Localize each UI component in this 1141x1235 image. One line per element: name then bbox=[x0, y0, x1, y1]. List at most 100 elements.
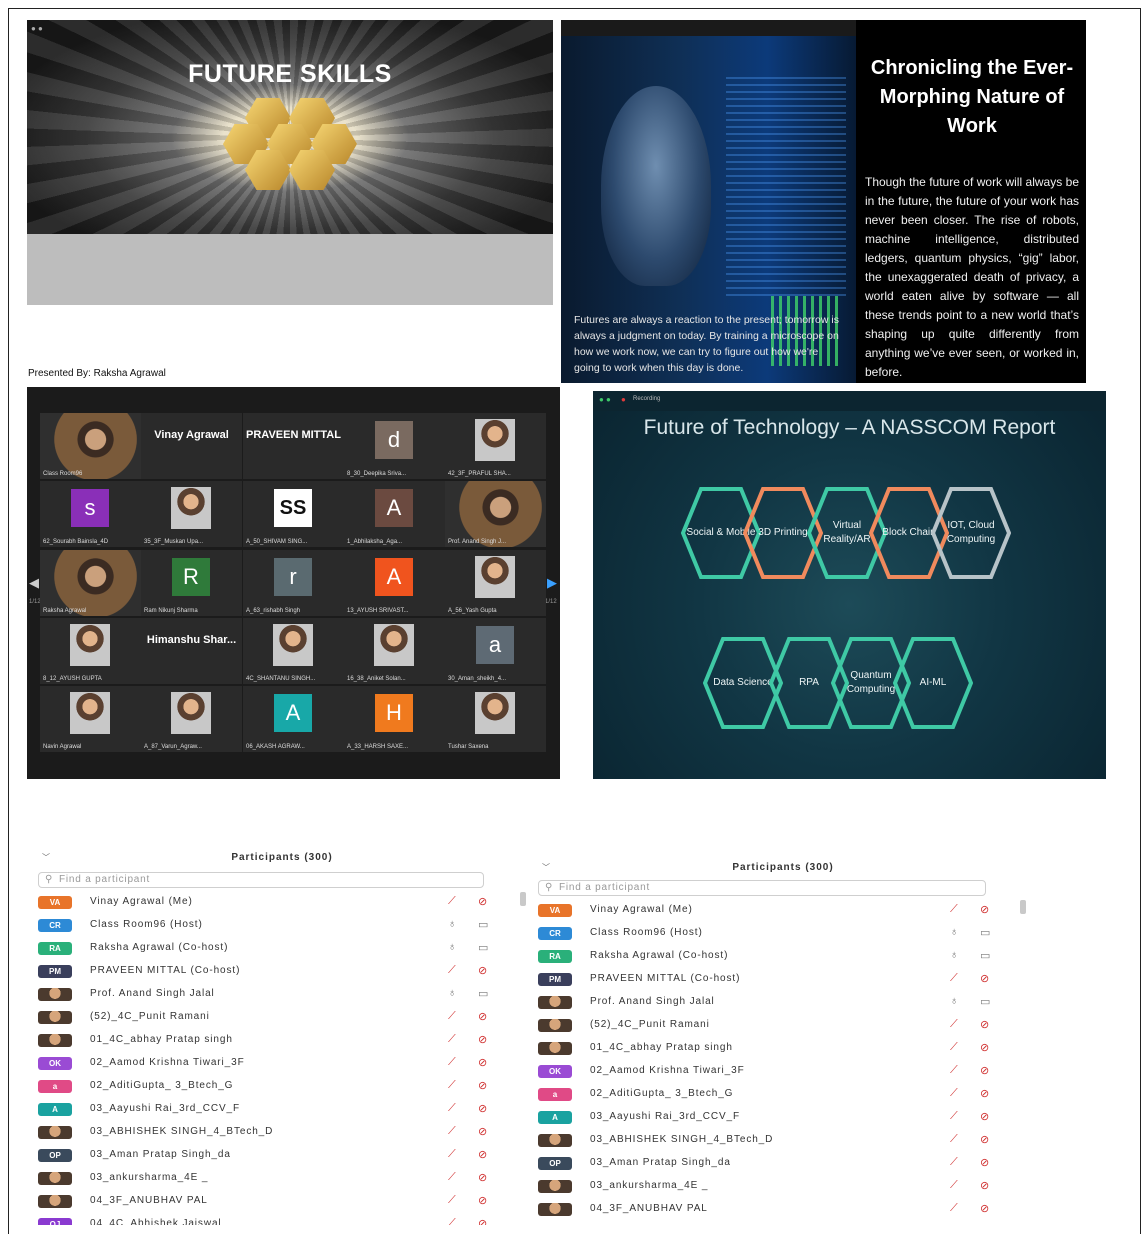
microphone-icon[interactable]: ♁ bbox=[448, 918, 456, 930]
participant-row[interactable]: 03_ankursharma_4E _ ⟋ ⊘ bbox=[538, 1176, 1028, 1198]
microphone-muted-icon[interactable]: ⟋ bbox=[448, 1079, 456, 1092]
participant-row[interactable]: VA Vinay Agrawal (Me) ⟋ ⊘ bbox=[38, 892, 526, 914]
microphone-muted-icon[interactable]: ⟋ bbox=[448, 1125, 456, 1138]
video-camera-off-icon[interactable]: ⊘ bbox=[980, 1133, 989, 1146]
participant-row[interactable]: 03_ankursharma_4E _ ⟋ ⊘ bbox=[38, 1168, 526, 1190]
video-camera-icon[interactable]: ▭ bbox=[478, 918, 488, 931]
participant-row[interactable]: VA Vinay Agrawal (Me) ⟋ ⊘ bbox=[538, 900, 1028, 922]
microphone-muted-icon[interactable]: ⟋ bbox=[448, 1148, 456, 1161]
participant-row[interactable]: 03_ABHISHEK SINGH_4_BTech_D ⟋ ⊘ bbox=[38, 1122, 526, 1144]
video-camera-off-icon[interactable]: ⊘ bbox=[478, 1171, 487, 1184]
participant-row[interactable]: RA Raksha Agrawal (Co-host) ♁ ▭ bbox=[538, 946, 1028, 968]
video-tile[interactable]: SS A_50_SHIVAM SING... bbox=[243, 481, 344, 547]
video-tile[interactable]: Prof. Anand Singh J... bbox=[445, 481, 546, 547]
find-participant-input[interactable]: ⚲ Find a participant bbox=[538, 880, 986, 896]
microphone-muted-icon[interactable]: ⟋ bbox=[950, 972, 958, 985]
participant-row[interactable]: CR Class Room96 (Host) ♁ ▭ bbox=[538, 923, 1028, 945]
microphone-muted-icon[interactable]: ⟋ bbox=[448, 1056, 456, 1069]
video-camera-icon[interactable]: ▭ bbox=[478, 987, 488, 1000]
video-tile[interactable]: Vinay Agrawal bbox=[141, 413, 242, 479]
participant-row[interactable]: RA Raksha Agrawal (Co-host) ♁ ▭ bbox=[38, 938, 526, 960]
participant-row[interactable]: OK 02_Aamod Krishna Tiwari_3F ⟋ ⊘ bbox=[38, 1053, 526, 1075]
video-tile[interactable]: A_87_Varun_Agraw... bbox=[141, 686, 242, 752]
video-camera-icon[interactable]: ▭ bbox=[478, 941, 488, 954]
video-tile[interactable]: 42_3F_PRAFUL SHA... bbox=[445, 413, 546, 479]
video-camera-off-icon[interactable]: ⊘ bbox=[980, 972, 989, 985]
video-camera-off-icon[interactable]: ⊘ bbox=[980, 1156, 989, 1169]
participant-row[interactable]: CR Class Room96 (Host) ♁ ▭ bbox=[38, 915, 526, 937]
participant-row[interactable]: (52)_4C_Punit Ramani ⟋ ⊘ bbox=[38, 1007, 526, 1029]
microphone-muted-icon[interactable]: ⟋ bbox=[448, 1102, 456, 1115]
video-tile[interactable]: Navin Agrawal bbox=[40, 686, 141, 752]
participant-row[interactable]: A 03_Aayushi Rai_3rd_CCV_F ⟋ ⊘ bbox=[538, 1107, 1028, 1129]
video-tile[interactable]: 16_38_Aniket Solan... bbox=[344, 618, 445, 684]
video-camera-icon[interactable]: ▭ bbox=[980, 926, 990, 939]
participant-row[interactable]: 03_ABHISHEK SINGH_4_BTech_D ⟋ ⊘ bbox=[538, 1130, 1028, 1152]
video-camera-off-icon[interactable]: ⊘ bbox=[478, 1033, 487, 1046]
microphone-icon[interactable]: ♁ bbox=[950, 995, 958, 1007]
microphone-muted-icon[interactable]: ⟋ bbox=[950, 1179, 958, 1192]
video-camera-off-icon[interactable]: ⊘ bbox=[478, 1079, 487, 1092]
video-tile[interactable]: 8_12_AYUSH GUPTA bbox=[40, 618, 141, 684]
video-tile[interactable]: 35_3F_Muskan Upa... bbox=[141, 481, 242, 547]
participant-row[interactable]: Prof. Anand Singh Jalal ♁ ▭ bbox=[538, 992, 1028, 1014]
next-page-icon[interactable]: ▶ bbox=[547, 575, 557, 591]
video-camera-off-icon[interactable]: ⊘ bbox=[980, 1087, 989, 1100]
video-tile[interactable]: 4C_SHANTANU SINGH... bbox=[243, 618, 344, 684]
participant-row[interactable]: (52)_4C_Punit Ramani ⟋ ⊘ bbox=[538, 1015, 1028, 1037]
microphone-muted-icon[interactable]: ⟋ bbox=[448, 895, 456, 908]
video-camera-off-icon[interactable]: ⊘ bbox=[980, 903, 989, 916]
video-camera-off-icon[interactable]: ⊘ bbox=[980, 1018, 989, 1031]
participant-row[interactable]: PM PRAVEEN MITTAL (Co-host) ⟋ ⊘ bbox=[38, 961, 526, 983]
video-tile[interactable]: Class Room96 bbox=[40, 413, 141, 479]
video-tile[interactable]: H A_33_HARSH SAXE... bbox=[344, 686, 445, 752]
microphone-muted-icon[interactable]: ⟋ bbox=[950, 1064, 958, 1077]
video-camera-off-icon[interactable]: ⊘ bbox=[478, 895, 487, 908]
video-camera-off-icon[interactable]: ⊘ bbox=[980, 1041, 989, 1054]
video-camera-off-icon[interactable]: ⊘ bbox=[478, 1102, 487, 1115]
video-camera-off-icon[interactable]: ⊘ bbox=[980, 1202, 989, 1215]
video-tile[interactable]: s 62_Sourabh Bainsla_4D bbox=[40, 481, 141, 547]
microphone-muted-icon[interactable]: ⟋ bbox=[448, 1194, 456, 1207]
prev-page-icon[interactable]: ◀ bbox=[29, 575, 39, 591]
microphone-icon[interactable]: ♁ bbox=[448, 941, 456, 953]
participant-row[interactable]: OP 03_Aman Pratap Singh_da ⟋ ⊘ bbox=[538, 1153, 1028, 1175]
video-camera-off-icon[interactable]: ⊘ bbox=[478, 1010, 487, 1023]
participant-row[interactable]: a 02_AditiGupta_ 3_Btech_G ⟋ ⊘ bbox=[38, 1076, 526, 1098]
participant-row[interactable]: OK 02_Aamod Krishna Tiwari_3F ⟋ ⊘ bbox=[538, 1061, 1028, 1083]
microphone-muted-icon[interactable]: ⟋ bbox=[950, 1156, 958, 1169]
video-tile[interactable]: Raksha Agrawal bbox=[40, 550, 141, 616]
microphone-icon[interactable]: ♁ bbox=[950, 926, 958, 938]
video-tile[interactable]: A 1_Abhilaksha_Aga... bbox=[344, 481, 445, 547]
video-camera-off-icon[interactable]: ⊘ bbox=[478, 964, 487, 977]
video-camera-off-icon[interactable]: ⊘ bbox=[478, 1217, 487, 1225]
participant-row[interactable]: a 02_AditiGupta_ 3_Btech_G ⟋ ⊘ bbox=[538, 1084, 1028, 1106]
video-tile[interactable]: R Ram Nikunj Sharma bbox=[141, 550, 242, 616]
find-participant-input[interactable]: ⚲ Find a participant bbox=[38, 872, 484, 888]
microphone-muted-icon[interactable]: ⟋ bbox=[950, 1018, 958, 1031]
participant-row[interactable]: OJ04_4C_Abhishek Jaiswal⟋⊘ bbox=[538, 1222, 1028, 1225]
participant-row[interactable]: PM PRAVEEN MITTAL (Co-host) ⟋ ⊘ bbox=[538, 969, 1028, 991]
microphone-icon[interactable]: ♁ bbox=[950, 949, 958, 961]
microphone-muted-icon[interactable]: ⟋ bbox=[448, 1010, 456, 1023]
microphone-muted-icon[interactable]: ⟋ bbox=[448, 1217, 456, 1225]
video-tile[interactable]: Himanshu Shar... bbox=[141, 618, 242, 684]
video-camera-off-icon[interactable]: ⊘ bbox=[980, 1110, 989, 1123]
video-camera-off-icon[interactable]: ⊘ bbox=[478, 1148, 487, 1161]
video-camera-icon[interactable]: ▭ bbox=[980, 995, 990, 1008]
microphone-muted-icon[interactable]: ⟋ bbox=[448, 1033, 456, 1046]
microphone-muted-icon[interactable]: ⟋ bbox=[950, 903, 958, 916]
video-camera-off-icon[interactable]: ⊘ bbox=[478, 1194, 487, 1207]
video-camera-off-icon[interactable]: ⊘ bbox=[980, 1064, 989, 1077]
participant-row[interactable]: OP 03_Aman Pratap Singh_da ⟋ ⊘ bbox=[38, 1145, 526, 1167]
video-tile[interactable]: d 8_30_Deepika Sriva... bbox=[344, 413, 445, 479]
video-tile[interactable]: r A_63_rishabh Singh bbox=[243, 550, 344, 616]
microphone-icon[interactable]: ♁ bbox=[448, 987, 456, 999]
participant-row[interactable]: 01_4C_abhay Pratap singh ⟋ ⊘ bbox=[38, 1030, 526, 1052]
video-camera-icon[interactable]: ▭ bbox=[980, 949, 990, 962]
microphone-muted-icon[interactable]: ⟋ bbox=[950, 1202, 958, 1215]
video-tile[interactable]: A 13_AYUSH SRIVAST... bbox=[344, 550, 445, 616]
microphone-muted-icon[interactable]: ⟋ bbox=[950, 1133, 958, 1146]
participant-row[interactable]: 04_3F_ANUBHAV PAL ⟋ ⊘ bbox=[538, 1199, 1028, 1221]
video-tile[interactable]: a 30_Aman_sheikh_4... bbox=[445, 618, 546, 684]
